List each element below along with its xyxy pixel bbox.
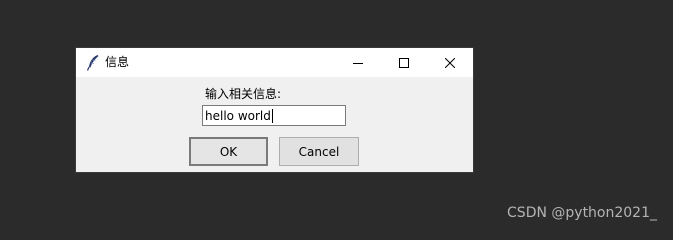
watermark-text: CSDN @python2021_ bbox=[507, 205, 657, 221]
window-title: 信息 bbox=[105, 55, 130, 69]
dialog-window: 信息 输入相关信息: hello world OK Cancel bbox=[76, 48, 473, 172]
cancel-button[interactable]: Cancel bbox=[279, 137, 359, 166]
minimize-icon bbox=[353, 58, 363, 68]
text-caret bbox=[271, 108, 273, 123]
maximize-button[interactable] bbox=[381, 48, 427, 77]
close-button[interactable] bbox=[427, 48, 473, 77]
maximize-icon bbox=[399, 57, 409, 68]
feather-icon bbox=[86, 54, 100, 71]
input-value: hello world bbox=[205, 108, 271, 123]
minimize-button[interactable] bbox=[335, 48, 381, 77]
close-icon bbox=[445, 57, 455, 68]
info-input[interactable]: hello world bbox=[202, 105, 346, 126]
title-bar[interactable]: 信息 bbox=[76, 48, 473, 77]
prompt-label: 输入相关信息: bbox=[205, 87, 282, 101]
ok-button[interactable]: OK bbox=[189, 137, 268, 166]
